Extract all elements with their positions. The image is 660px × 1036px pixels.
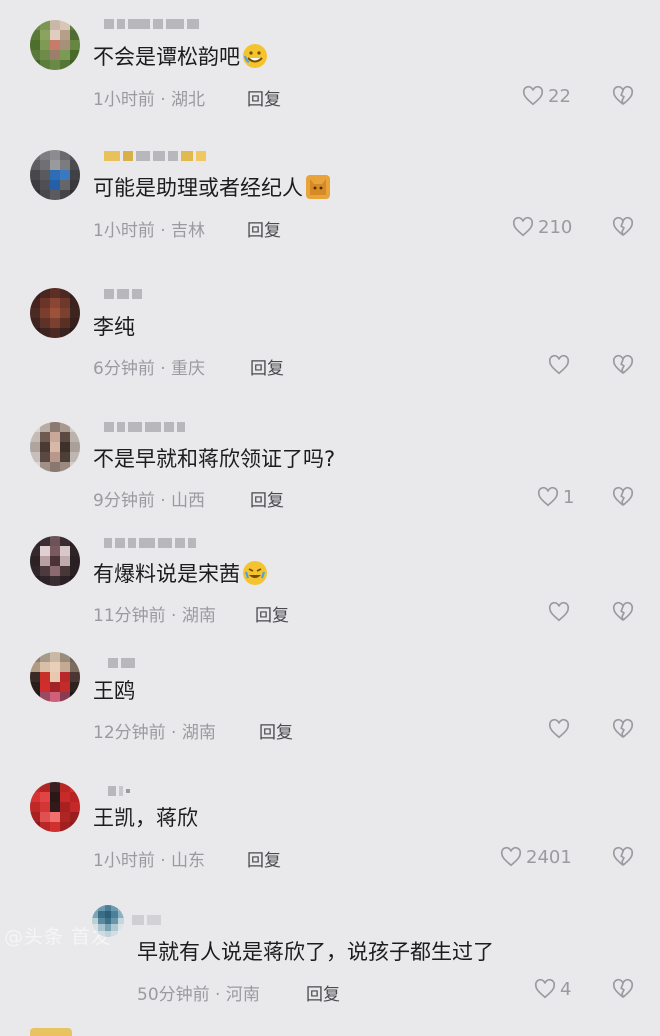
dislike-button[interactable] <box>612 718 634 744</box>
comment-text: 有爆料说是宋茜 <box>93 560 267 588</box>
comment-text: 李纯 <box>93 315 135 339</box>
like-button[interactable]: 22 <box>522 85 571 107</box>
broken-heart-icon <box>612 486 634 506</box>
heart-icon <box>548 718 570 739</box>
avatar[interactable] <box>30 782 80 832</box>
broken-heart-icon <box>612 354 634 374</box>
like-button[interactable]: 4 <box>534 978 571 1000</box>
heart-icon <box>548 354 570 375</box>
avatar[interactable] <box>30 288 80 338</box>
broken-heart-icon <box>612 216 634 236</box>
comment-text: 不是早就和蒋欣领证了吗? <box>93 447 336 471</box>
comment-text: 王鸥 <box>93 679 135 703</box>
avatar[interactable] <box>92 905 124 937</box>
heart-icon <box>537 486 559 507</box>
like-button[interactable] <box>548 601 574 623</box>
broken-heart-icon <box>612 718 634 738</box>
comment-meta: 1小时前 · 湖北 <box>93 90 206 110</box>
username-blurred[interactable] <box>104 16 199 32</box>
comment-meta: 11分钟前 · 湖南 <box>93 606 216 626</box>
comment-meta: 6分钟前 · 重庆 <box>93 359 206 379</box>
like-button[interactable]: 210 <box>512 216 572 238</box>
like-button[interactable] <box>548 354 574 376</box>
heart-icon <box>522 85 544 106</box>
username-blurred[interactable] <box>108 655 135 671</box>
dislike-button[interactable] <box>612 85 634 111</box>
broken-heart-icon <box>612 846 634 866</box>
reply-button[interactable]: 回复 <box>250 354 284 379</box>
like-count: 2401 <box>526 846 572 868</box>
dislike-button[interactable] <box>612 216 634 242</box>
avatar[interactable] <box>30 652 80 702</box>
broken-heart-icon <box>612 85 634 105</box>
like-button[interactable] <box>548 718 574 740</box>
rofl-emoji <box>243 44 267 68</box>
like-count: 210 <box>538 216 573 238</box>
broken-heart-icon <box>612 601 634 621</box>
dislike-button[interactable] <box>612 846 634 872</box>
reply-button[interactable]: 回复 <box>247 846 281 871</box>
reply-button[interactable]: 回复 <box>259 718 293 743</box>
broken-heart-icon <box>612 978 634 998</box>
reply-button[interactable]: 回复 <box>247 85 281 110</box>
like-count: 1 <box>563 486 575 508</box>
like-count: 22 <box>548 85 571 107</box>
username-blurred[interactable] <box>132 912 161 928</box>
heart-icon <box>500 846 522 867</box>
username-blurred[interactable] <box>104 286 142 302</box>
dislike-button[interactable] <box>612 978 634 1004</box>
dislike-button[interactable] <box>612 601 634 627</box>
heart-icon <box>548 601 570 622</box>
crying-laughing-emoji <box>243 561 267 585</box>
like-count: 4 <box>560 978 572 1000</box>
comment-text: 可能是助理或者经纪人 <box>93 174 330 202</box>
like-button[interactable]: 1 <box>537 486 574 508</box>
username-blurred[interactable] <box>108 783 130 799</box>
cat-emoji <box>306 175 330 199</box>
reply-button[interactable]: 回复 <box>255 601 289 626</box>
avatar[interactable] <box>30 20 80 70</box>
username-blurred[interactable] <box>104 419 185 435</box>
comment-meta: 9分钟前 · 山西 <box>93 491 206 511</box>
avatar[interactable] <box>30 150 80 200</box>
comment-meta: 50分钟前 · 河南 <box>137 985 260 1005</box>
username-blurred[interactable] <box>104 535 196 551</box>
comment-meta: 1小时前 · 吉林 <box>93 221 206 241</box>
comment-meta: 12分钟前 · 湖南 <box>93 723 216 743</box>
avatar[interactable] <box>30 422 80 472</box>
heart-icon <box>534 978 556 999</box>
heart-icon <box>512 216 534 237</box>
dislike-button[interactable] <box>612 486 634 512</box>
next-avatar-partial[interactable] <box>30 1028 72 1036</box>
avatar[interactable] <box>30 536 80 586</box>
comment-text: 王凯，蒋欣 <box>93 806 198 830</box>
reply-button[interactable]: 回复 <box>247 216 281 241</box>
reply-button[interactable]: 回复 <box>306 980 340 1005</box>
like-button[interactable]: 2401 <box>500 846 572 868</box>
comment-text: 早就有人说是蒋欣了，说孩子都生过了 <box>137 940 494 964</box>
comment-meta: 1小时前 · 山东 <box>93 851 206 871</box>
username-blurred[interactable] <box>104 148 206 164</box>
reply-button[interactable]: 回复 <box>250 486 284 511</box>
comment-text: 不会是谭松韵吧 <box>93 43 267 71</box>
dislike-button[interactable] <box>612 354 634 380</box>
